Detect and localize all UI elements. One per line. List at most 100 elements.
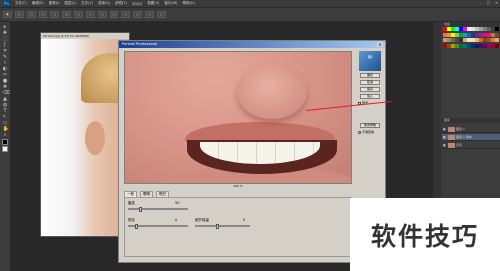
eye-icon[interactable]: ● (443, 134, 446, 141)
slider-1-thumb[interactable] (139, 207, 143, 212)
swatch-49[interactable] (471, 43, 475, 48)
menu-edit[interactable]: 编辑(E) (32, 1, 44, 6)
option-button-10[interactable]: □ (121, 11, 131, 18)
swatch-45[interactable] (455, 43, 459, 48)
option-button-5[interactable]: ◰ (62, 11, 72, 18)
cancel-button[interactable]: 取消 (360, 80, 380, 85)
preview-image[interactable] (124, 51, 352, 184)
layer-row-3[interactable]: ● 背景 (442, 142, 500, 149)
swatch-30[interactable] (451, 38, 455, 43)
swatch-13[interactable] (495, 27, 499, 31)
layers-header[interactable]: 图层 (442, 118, 500, 123)
menu-file[interactable]: 文件(F) (15, 1, 27, 6)
background-color-swatch[interactable] (2, 146, 8, 152)
radio-circle[interactable] (358, 131, 361, 134)
swatch-20[interactable] (467, 32, 471, 37)
option-button-12[interactable]: □ (145, 11, 154, 18)
menu-image[interactable]: 图像(I) (49, 1, 60, 6)
swatch-17[interactable] (455, 32, 459, 37)
swatch-54[interactable] (491, 43, 495, 48)
option-button-2[interactable]: □ (26, 11, 36, 18)
option-button-13[interactable]: □ (156, 11, 166, 18)
eye-icon[interactable]: ● (443, 142, 446, 149)
swatch-12[interactable] (491, 27, 495, 31)
swatch-40[interactable] (491, 38, 495, 43)
menu-select[interactable]: 选择(S) (98, 1, 110, 6)
minimize-icon[interactable]: – (480, 0, 482, 7)
swatch-32[interactable] (459, 38, 463, 43)
reset-button[interactable]: 重置参数 (360, 123, 380, 128)
swatch-3[interactable] (455, 27, 459, 31)
smooth-skin-radio[interactable]: 平滑皮肤 (358, 131, 384, 134)
swatch-48[interactable] (467, 43, 471, 48)
swatch-2[interactable] (451, 27, 455, 31)
swatch-15[interactable] (447, 32, 451, 37)
slider-3-track[interactable] (195, 224, 250, 229)
swatch-31[interactable] (455, 38, 459, 43)
swatch-35[interactable] (471, 38, 475, 43)
swatch-4[interactable] (459, 27, 463, 31)
swatch-1[interactable] (447, 27, 451, 31)
load-button[interactable]: 载入 (360, 94, 380, 99)
maximize-icon[interactable]: □ (487, 0, 490, 7)
swatch-22[interactable] (475, 32, 479, 37)
swatch-34[interactable] (467, 38, 471, 43)
swatch-16[interactable] (451, 32, 455, 37)
menu-help[interactable]: 帮助(H) (183, 1, 195, 6)
close-icon[interactable]: ✕ (495, 0, 498, 7)
swatch-39[interactable] (487, 38, 491, 43)
menu-filter[interactable]: 滤镜(T) (115, 1, 127, 6)
slider-3-thumb[interactable] (216, 224, 220, 229)
zoom-tool-icon[interactable]: ⌕ (3, 133, 8, 138)
layer-row-2[interactable]: ● 图层 1 副本 (442, 134, 500, 141)
slider-1-track[interactable] (128, 207, 188, 212)
swatch-18[interactable] (459, 32, 463, 37)
menu-view[interactable]: 视图(V) (147, 1, 159, 6)
option-button-3[interactable]: □ (38, 11, 48, 18)
swatch-0[interactable] (443, 27, 447, 31)
swatch-29[interactable] (447, 38, 451, 43)
swatch-6[interactable] (467, 27, 471, 31)
swatch-47[interactable] (463, 43, 467, 48)
portrait-image[interactable] (41, 39, 129, 236)
foreground-color-swatch[interactable] (2, 139, 8, 145)
swatch-44[interactable] (451, 43, 455, 48)
swatch-9[interactable] (479, 27, 483, 31)
tool-preset-picker[interactable]: ▣ (3, 11, 12, 18)
swatch-51[interactable] (479, 43, 483, 48)
swatch-46[interactable] (459, 43, 463, 48)
swatch-11[interactable] (487, 27, 491, 31)
swatch-7[interactable] (471, 27, 475, 31)
swatch-23[interactable] (479, 32, 483, 37)
swatch-19[interactable] (463, 32, 467, 37)
layer-row-1[interactable]: ● 图层 1 (442, 126, 500, 133)
swatches-grid[interactable] (443, 27, 499, 49)
option-button-4[interactable]: □ (50, 11, 60, 18)
swatch-26[interactable] (491, 32, 495, 37)
option-button-1[interactable]: □ (14, 11, 24, 18)
swatch-24[interactable] (483, 32, 487, 37)
option-button-8[interactable]: □ (97, 11, 107, 18)
option-button-9[interactable]: □ (109, 11, 119, 18)
swatch-50[interactable] (475, 43, 479, 48)
swatch-21[interactable] (471, 32, 475, 37)
menu-3d[interactable]: 3D(D) (132, 2, 142, 6)
swatch-8[interactable] (475, 27, 479, 31)
swatch-28[interactable] (443, 38, 447, 43)
swatch-10[interactable] (483, 27, 487, 31)
swatch-41[interactable] (495, 38, 499, 43)
swatch-42[interactable] (443, 43, 447, 48)
menu-type[interactable]: 文字(Y) (81, 1, 93, 6)
swatch-37[interactable] (479, 38, 483, 43)
swatch-53[interactable] (487, 43, 491, 48)
swatch-36[interactable] (475, 38, 479, 43)
swatch-14[interactable] (443, 32, 447, 37)
swatch-55[interactable] (495, 43, 499, 48)
option-button-6[interactable]: □ (74, 11, 83, 18)
swatch-27[interactable] (495, 32, 499, 37)
ok-button[interactable]: 确定 (360, 73, 380, 78)
swatch-33[interactable] (463, 38, 467, 43)
slider-2-track[interactable] (128, 224, 188, 229)
option-button-11[interactable]: □ (133, 11, 143, 18)
menu-window[interactable]: 窗口(W) (164, 1, 177, 6)
